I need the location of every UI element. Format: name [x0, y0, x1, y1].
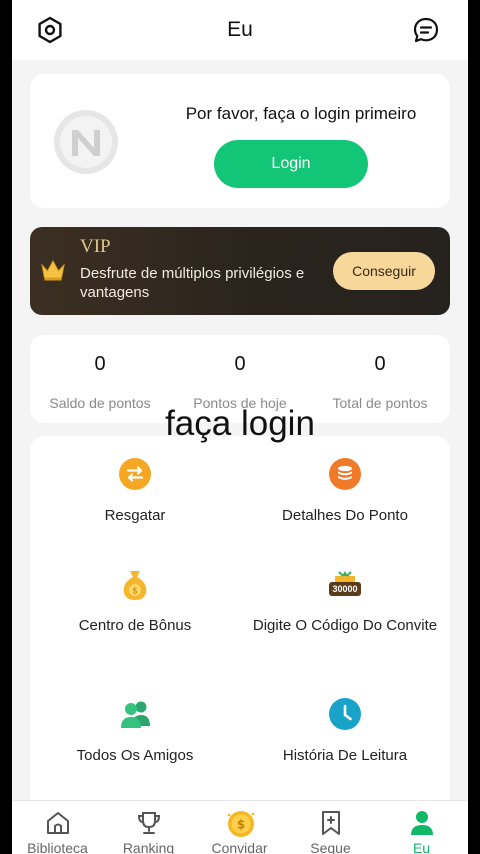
- tab-convidar[interactable]: $ Convidar: [194, 801, 285, 854]
- menu-card: Resgatar Detalhes Do Ponto $ Centro de B…: [30, 436, 450, 816]
- overlay-caption: faça login: [165, 404, 315, 443]
- message-icon[interactable]: [410, 14, 442, 46]
- trophy-icon: [135, 809, 163, 837]
- login-button[interactable]: Login: [214, 140, 368, 188]
- menu-label-point-details: Detalhes Do Ponto: [282, 507, 408, 524]
- tab-ranking[interactable]: Ranking: [103, 801, 194, 854]
- tab-label-seque: Seque: [310, 840, 351, 854]
- menu-item-invite-code[interactable]: 30000 Digite O Código Do Convite: [240, 568, 450, 678]
- avatar[interactable]: [54, 110, 118, 174]
- clock-icon: [329, 698, 361, 730]
- tab-label-biblioteca: Biblioteca: [27, 840, 88, 854]
- login-prompt: Por favor, faça o login primeiro: [185, 104, 417, 123]
- invite-code-icon: 30000: [327, 568, 363, 600]
- menu-item-bonus-center[interactable]: $ Centro de Bônus: [30, 568, 240, 678]
- menu-label-redeem: Resgatar: [104, 507, 166, 524]
- menu-item-all-friends[interactable]: Todos Os Amigos: [30, 698, 240, 798]
- vip-banner[interactable]: VIP Desfrute de múltiplos privilégios e …: [30, 227, 450, 315]
- svg-text:$: $: [237, 818, 245, 832]
- coin-icon: $: [226, 809, 255, 837]
- crown-icon: [40, 259, 66, 281]
- vip-title: VIP: [80, 236, 111, 257]
- svg-text:$: $: [132, 587, 138, 597]
- vip-get-button[interactable]: Conseguir: [333, 252, 435, 290]
- login-card: Por favor, faça o login primeiro Login: [30, 74, 450, 208]
- user-icon: [408, 809, 436, 837]
- tab-seque[interactable]: Seque: [285, 801, 376, 854]
- top-bar: Eu: [12, 0, 468, 60]
- friends-icon: [119, 698, 151, 730]
- tab-eu[interactable]: Eu: [376, 801, 467, 854]
- exchange-icon: [119, 458, 151, 490]
- vip-description: Desfrute de múltiplos privilégios e vant…: [80, 265, 305, 301]
- menu-label-all-friends: Todos Os Amigos: [76, 747, 194, 764]
- points-total-value: 0: [374, 353, 386, 375]
- menu-item-reading-history[interactable]: História De Leitura: [240, 698, 450, 798]
- tab-label-eu: Eu: [412, 840, 431, 854]
- coin-stack-icon: [329, 458, 361, 490]
- page-title: Eu: [227, 18, 253, 41]
- points-today-value: 0: [234, 353, 246, 375]
- menu-label-bonus-center: Centro de Bônus: [78, 617, 192, 634]
- tab-label-convidar: Convidar: [211, 840, 268, 854]
- menu-item-redeem[interactable]: Resgatar: [30, 458, 240, 558]
- bookmark-add-icon: [317, 809, 345, 837]
- invite-code-badge: 30000: [332, 584, 358, 594]
- menu-item-point-details[interactable]: Detalhes Do Ponto: [240, 458, 450, 558]
- menu-label-reading-history: História De Leitura: [282, 747, 408, 764]
- bottom-nav: Biblioteca Ranking $ Convidar Seque Eu: [12, 800, 468, 854]
- tab-label-ranking: Ranking: [122, 840, 175, 854]
- menu-label-invite-code: Digite O Código Do Convite: [252, 617, 438, 634]
- home-icon: [44, 809, 72, 837]
- points-balance-value: 0: [94, 353, 106, 375]
- tab-biblioteca[interactable]: Biblioteca: [12, 801, 103, 854]
- bonus-bag-icon: $: [119, 568, 151, 600]
